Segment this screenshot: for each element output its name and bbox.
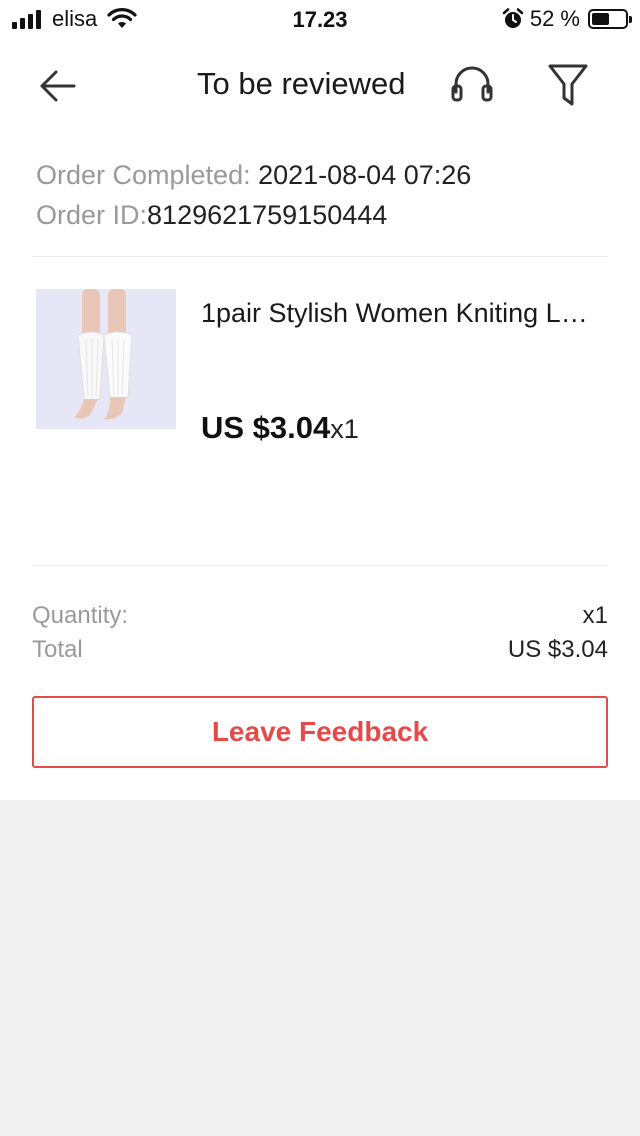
divider bbox=[32, 256, 608, 257]
total-value: US $3.04 bbox=[507, 636, 608, 663]
product-thumbnail[interactable] bbox=[36, 289, 176, 429]
page-title: To be reviewed bbox=[197, 66, 406, 101]
status-bar: elisa 17.23 52 % bbox=[0, 0, 640, 40]
status-right: 52 % bbox=[502, 6, 632, 32]
filter-icon[interactable] bbox=[544, 60, 592, 110]
leg-warmers-image bbox=[36, 289, 176, 429]
order-card: elisa 17.23 52 % To be reviewed Order Co… bbox=[0, 0, 640, 800]
order-id-value[interactable]: 8129621759150444 bbox=[147, 200, 387, 230]
order-completed-label: Order Completed: bbox=[36, 160, 259, 190]
divider bbox=[32, 565, 608, 566]
order-meta: Order Completed: 2021-08-04 07:26 Order … bbox=[36, 155, 471, 235]
back-arrow-icon[interactable] bbox=[32, 64, 80, 108]
nav-header: To be reviewed bbox=[0, 52, 640, 118]
order-id-row: Order ID:8129621759150444 bbox=[36, 195, 471, 235]
order-id-label: Order ID: bbox=[36, 200, 148, 230]
order-completed-value: 2021-08-04 07:26 bbox=[258, 160, 472, 190]
price-row: US $3.04x1 bbox=[201, 410, 359, 446]
product-name[interactable]: 1pair Stylish Women Kniting Leg Warmers bbox=[201, 298, 601, 329]
quantity-row: Quantity: x1 bbox=[32, 602, 608, 630]
total-row: Total US $3.04 bbox=[32, 636, 608, 664]
leave-feedback-button[interactable]: Leave Feedback bbox=[32, 696, 608, 768]
headset-icon[interactable] bbox=[448, 62, 496, 110]
quantity-label: Quantity: bbox=[32, 602, 129, 629]
quantity-value: x1 bbox=[582, 602, 608, 629]
battery-percent: 52 % bbox=[529, 6, 580, 31]
total-label: Total bbox=[32, 636, 83, 663]
battery-fill bbox=[592, 13, 609, 25]
product-qty: x1 bbox=[330, 414, 359, 444]
battery-icon bbox=[588, 9, 632, 29]
alarm-icon bbox=[502, 8, 524, 28]
order-completed-row: Order Completed: 2021-08-04 07:26 bbox=[36, 155, 471, 195]
product-price: US $3.04 bbox=[201, 410, 331, 445]
